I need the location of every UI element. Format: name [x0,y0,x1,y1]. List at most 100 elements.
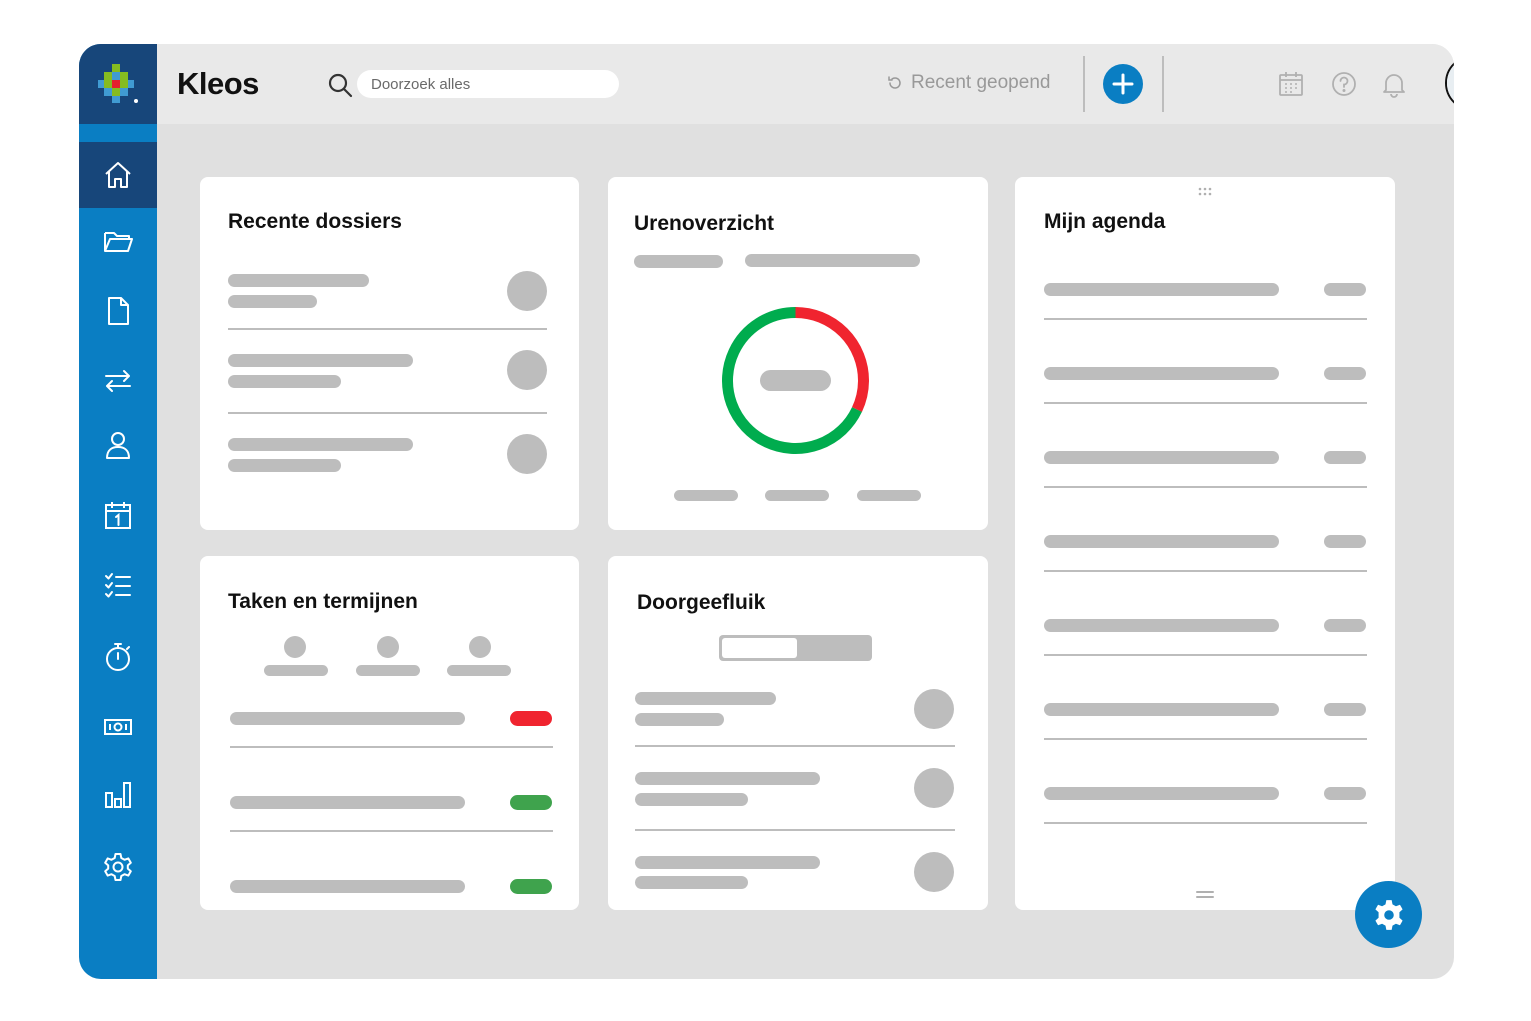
plus-icon [1112,73,1134,95]
widget-title: Doorgeefluik [637,591,766,614]
app-window: Kleos Recent geopend [79,44,1454,979]
sidebar-item-calendar[interactable] [79,482,157,548]
history-icon [888,76,901,89]
status-pill [510,795,552,810]
placeholder-avatar [507,434,547,474]
tasks-icon [105,573,131,598]
placeholder-line [447,665,511,676]
placeholder-line [635,856,820,869]
recent-dossiers-widget: Recente dossiers [200,177,579,530]
placeholder-line [634,255,723,268]
sidebar-item-dossiers[interactable] [79,208,157,274]
my-agenda-widget: Mijn agenda [1015,177,1395,910]
row-divider [635,829,955,831]
placeholder-line [228,438,413,451]
placeholder-line [264,665,328,676]
document-icon [108,297,129,325]
search-icon[interactable] [327,72,353,98]
status-pill [510,711,552,726]
row-divider [228,412,547,414]
search-input[interactable] [357,70,619,98]
passthrough-widget: Doorgeefluik [608,556,988,910]
bell-icon[interactable] [1380,70,1408,98]
placeholder-line [635,793,748,806]
home-icon [105,162,131,188]
placeholder-line [230,796,465,809]
row-divider [230,830,553,832]
help-icon[interactable] [1330,70,1358,98]
calendar-icon[interactable] [1277,70,1305,98]
hours-donut-chart [722,307,869,454]
bar-chart-icon [105,782,131,808]
sidebar-item-settings[interactable] [79,834,157,900]
placeholder-avatar [914,768,954,808]
sidebar-item-reports[interactable] [79,762,157,828]
placeholder-line [228,295,317,308]
add-button[interactable] [1103,64,1143,104]
placeholder-line [228,375,341,388]
sidebar-item-documents[interactable] [79,278,157,344]
toggle-option-active[interactable] [722,638,797,658]
hours-overview-widget: Urenoverzicht [608,177,988,530]
row-divider [230,746,553,748]
placeholder-line [635,772,820,785]
placeholder-line [635,713,724,726]
placeholder-time [1324,535,1366,548]
user-avatar[interactable] [1445,55,1454,111]
placeholder-avatar [914,852,954,892]
legend-placeholder [765,490,829,501]
placeholder-avatar [507,271,547,311]
sidebar-item-contacts[interactable] [79,412,157,478]
filter-avatar-placeholder[interactable] [377,636,399,658]
filter-avatar-placeholder[interactable] [469,636,491,658]
placeholder-line [1044,451,1279,464]
recent-opened-button[interactable]: Recent geopend [887,72,1050,94]
sidebar-item-finance[interactable] [79,694,157,760]
filter-avatar-placeholder[interactable] [284,636,306,658]
segmented-toggle[interactable] [719,635,872,661]
widget-title: Mijn agenda [1044,210,1166,233]
placeholder-line [1044,283,1279,296]
user-icon [106,432,130,459]
placeholder-line [1044,535,1279,548]
placeholder-avatar [914,689,954,729]
sidebar-item-transfers[interactable] [79,348,157,414]
placeholder-line [230,880,465,893]
placeholder-line [1044,703,1279,716]
header-divider [1083,56,1085,112]
sidebar-item-time[interactable] [79,624,157,690]
placeholder-line [635,876,748,889]
row-divider [1044,486,1367,488]
sidebar-item-home[interactable] [79,142,157,208]
app-title: Kleos [177,66,259,101]
placeholder-line [228,354,413,367]
placeholder-line [356,665,420,676]
app-logo[interactable] [79,44,157,124]
placeholder-line [228,274,369,287]
settings-icon [104,853,132,881]
placeholder-time [1324,451,1366,464]
row-divider [1044,738,1367,740]
money-icon [104,719,132,735]
legend-placeholder [674,490,738,501]
widget-title: Recente dossiers [228,210,402,233]
legend-placeholder [857,490,921,501]
resize-handle-icon[interactable] [1195,890,1215,900]
dashboard-settings-button[interactable] [1355,881,1422,948]
row-divider [228,328,547,330]
user-photo-icon [1447,57,1454,109]
widget-title: Urenoverzicht [634,212,775,235]
placeholder-time [1324,367,1366,380]
calendar-icon [105,502,131,529]
placeholder-time [1324,703,1366,716]
placeholder-line [1044,787,1279,800]
recent-opened-label: Recent geopend [911,72,1051,93]
placeholder-time [1324,283,1366,296]
placeholder-time [1324,619,1366,632]
tasks-widget: Taken en termijnen [200,556,579,910]
sidebar [79,44,157,979]
drag-handle-icon[interactable] [1197,187,1213,197]
sidebar-item-tasks[interactable] [79,552,157,618]
placeholder-line [228,459,341,472]
row-divider [1044,570,1367,572]
